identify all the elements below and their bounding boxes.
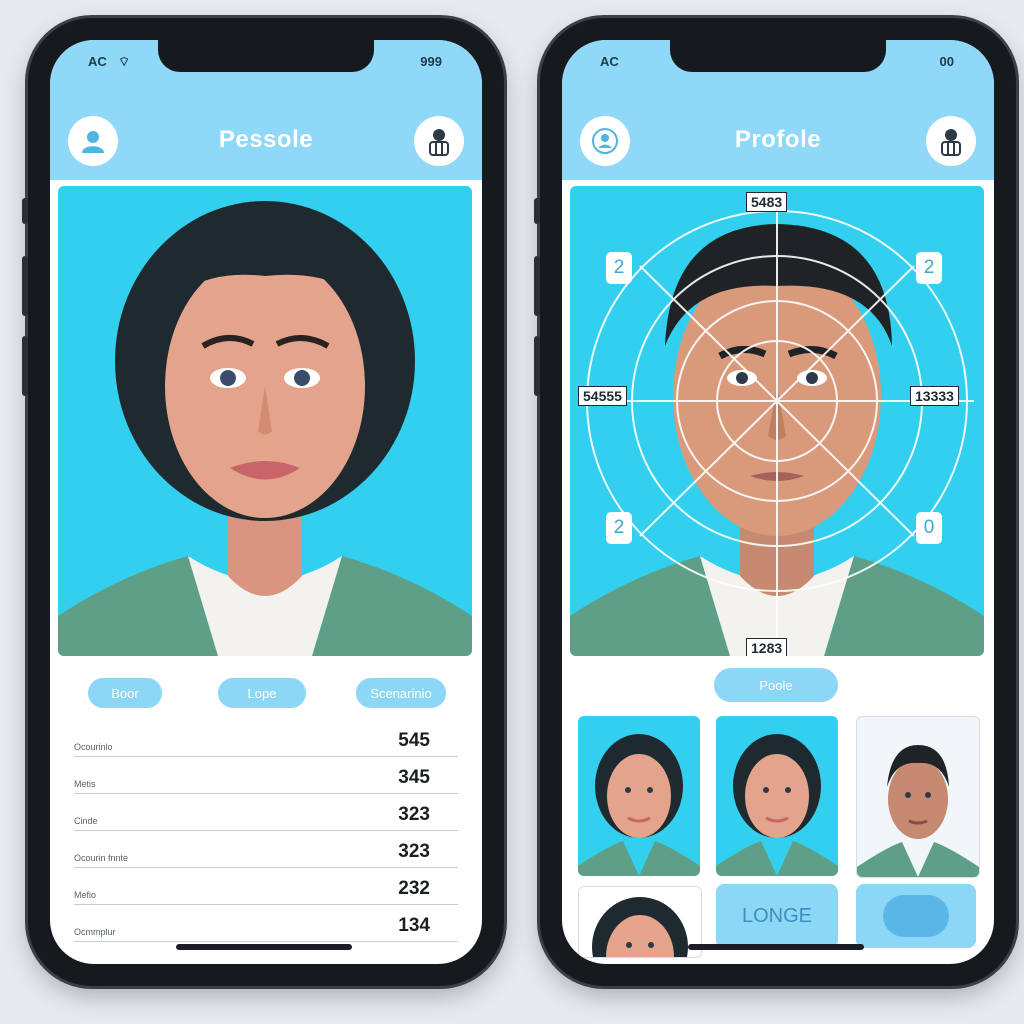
status-battery: 00 [939,54,954,69]
stat-value: 345 [398,767,430,788]
pill-boor[interactable]: Boor [88,678,162,708]
profile-photo [58,186,472,656]
stat-label: Ocmmplur [74,927,116,937]
left-screen: AC ⌔ 999 Pessole Boor Lope Scenarinio Oc… [50,40,482,964]
stat-value: 545 [398,730,430,751]
list-item: Ocourin fnnte 323 [74,831,458,868]
volume-down-button[interactable] [22,336,28,396]
longe-button[interactable]: LONGE [716,884,838,948]
scan-label-bottom: 1283 [746,638,788,656]
home-indicator[interactable] [688,944,864,950]
home-indicator[interactable] [176,944,352,950]
list-item: Ocourinlo 545 [74,720,458,757]
list-item: Cinde 323 [74,794,458,831]
scan-marker: 0 [916,512,942,544]
silent-switch [534,198,540,224]
scan-marker: 2 [606,252,632,284]
list-item: Metis 345 [74,757,458,794]
status-carrier: AC [88,54,107,69]
face-scan-photo: 5483 54555 13333 1283 2 2 2 0 [570,186,984,656]
stat-label: Ocourinlo [74,742,113,752]
stat-value: 232 [398,878,430,899]
left-phone: AC ⌔ 999 Pessole Boor Lope Scenarinio Oc… [22,18,504,986]
longe-label: LONGE [741,904,813,927]
scan-label-left: 54555 [578,386,627,406]
stats-list: Ocourinlo 545 Metis 345 Cinde 323 Ocouri… [74,720,458,942]
toggle-tile[interactable] [856,884,976,948]
volume-down-button[interactable] [534,336,540,396]
stat-value: 323 [398,804,430,825]
stat-value: 134 [398,915,430,936]
list-item: Mefio 232 [74,868,458,905]
notch [670,40,886,72]
toggle-knob[interactable] [883,895,949,937]
list-item: Ocmmplur 134 [74,905,458,942]
scan-label-top: 5483 [746,192,788,212]
avatar-icon[interactable] [926,116,976,166]
stat-label: Metis [74,779,96,789]
stat-label: Cinde [74,816,98,826]
avatar-icon[interactable] [414,116,464,166]
thumbnail-woman-partial[interactable] [578,886,702,958]
pill-lope[interactable]: Lope [218,678,306,708]
right-phone: AC 00 Profole 5483 54555 13333 1283 2 2 … [534,18,1016,986]
stat-value: 323 [398,841,430,862]
profile-pill[interactable]: Poole [714,668,838,702]
stat-label: Mefio [74,890,97,900]
wifi-icon: ⌔ [118,54,131,69]
scan-label-right: 13333 [910,386,959,406]
pill-scenarinio[interactable]: Scenarinio [356,678,446,708]
status-battery: 999 [420,54,442,69]
thumbnail-man[interactable] [856,716,980,878]
volume-up-button[interactable] [534,256,540,316]
right-screen: AC 00 Profole 5483 54555 13333 1283 2 2 … [562,40,994,964]
notch [158,40,374,72]
status-carrier: AC [600,54,619,69]
volume-up-button[interactable] [22,256,28,316]
scan-marker: 2 [606,512,632,544]
filter-pills: Boor Lope Scenarinio [80,678,452,708]
thumbnail-woman[interactable] [716,716,838,876]
stat-label: Ocourin fnnte [74,853,129,863]
thumbnail-woman[interactable] [578,716,700,876]
silent-switch [22,198,28,224]
scan-marker: 2 [916,252,942,284]
